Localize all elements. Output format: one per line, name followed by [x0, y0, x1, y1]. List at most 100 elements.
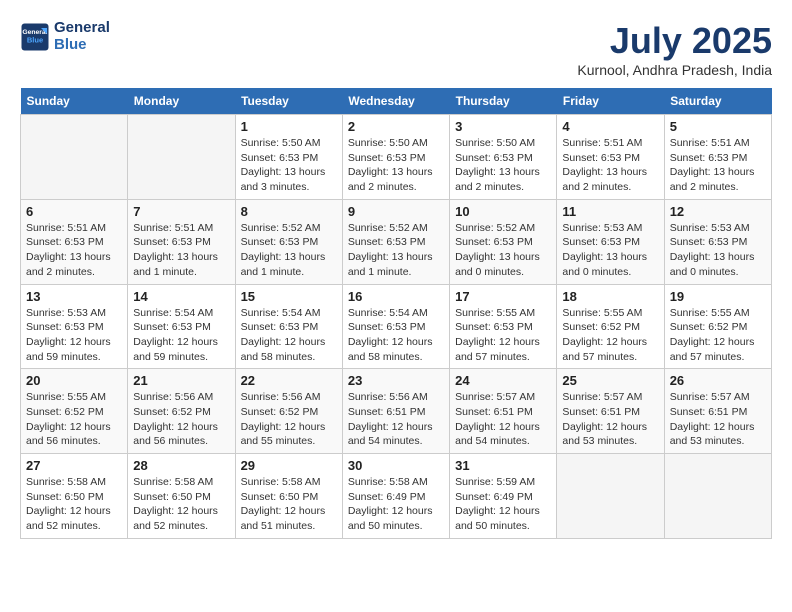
calendar-cell: 24 Sunrise: 5:57 AMSunset: 6:51 PMDayligh… [450, 369, 557, 454]
day-number: 30 [348, 458, 444, 473]
calendar-cell: 25 Sunrise: 5:57 AMSunset: 6:51 PMDayligh… [557, 369, 664, 454]
day-number: 19 [670, 289, 766, 304]
day-info: Sunrise: 5:53 AMSunset: 6:53 PMDaylight:… [670, 221, 766, 280]
day-number: 13 [26, 289, 122, 304]
calendar-week-3: 13 Sunrise: 5:53 AMSunset: 6:53 PMDayligh… [21, 284, 772, 369]
calendar-week-5: 27 Sunrise: 5:58 AMSunset: 6:50 PMDayligh… [21, 454, 772, 539]
logo: General Blue General Blue [20, 20, 110, 53]
day-info: Sunrise: 5:56 AMSunset: 6:51 PMDaylight:… [348, 390, 444, 449]
day-info: Sunrise: 5:53 AMSunset: 6:53 PMDaylight:… [26, 306, 122, 365]
day-number: 5 [670, 119, 766, 134]
calendar-cell: 11 Sunrise: 5:53 AMSunset: 6:53 PMDayligh… [557, 199, 664, 284]
day-number: 27 [26, 458, 122, 473]
calendar-cell: 12Sunrise: 5:53 AMSunset: 6:53 PMDayligh… [664, 199, 771, 284]
calendar-cell: 16 Sunrise: 5:54 AMSunset: 6:53 PMDayligh… [342, 284, 449, 369]
calendar-cell: 14Sunrise: 5:54 AMSunset: 6:53 PMDayligh… [128, 284, 235, 369]
title-block: July 2025 Kurnool, Andhra Pradesh, India [577, 20, 772, 78]
day-info: Sunrise: 5:55 AMSunset: 6:52 PMDaylight:… [26, 390, 122, 449]
day-info: Sunrise: 5:52 AMSunset: 6:53 PMDaylight:… [241, 221, 337, 280]
calendar-cell: 19 Sunrise: 5:55 AMSunset: 6:52 PMDayligh… [664, 284, 771, 369]
day-number: 24 [455, 373, 551, 388]
day-header-wednesday: Wednesday [342, 88, 449, 115]
day-info: Sunrise: 5:50 AMSunset: 6:53 PMDaylight:… [455, 136, 551, 195]
day-info: Sunrise: 5:57 AMSunset: 6:51 PMDaylight:… [455, 390, 551, 449]
day-info: Sunrise: 5:58 AMSunset: 6:50 PMDaylight:… [133, 475, 229, 534]
calendar-week-2: 6 Sunrise: 5:51 AMSunset: 6:53 PMDaylight… [21, 199, 772, 284]
calendar-cell: 31 Sunrise: 5:59 AMSunset: 6:49 PMDayligh… [450, 454, 557, 539]
calendar-cell: 23 Sunrise: 5:56 AMSunset: 6:51 PMDayligh… [342, 369, 449, 454]
calendar-cell: 22 Sunrise: 5:56 AMSunset: 6:52 PMDayligh… [235, 369, 342, 454]
day-info: Sunrise: 5:54 AMSunset: 6:53 PMDaylight:… [133, 306, 229, 365]
day-info: Sunrise: 5:59 AMSunset: 6:49 PMDaylight:… [455, 475, 551, 534]
calendar-cell [21, 115, 128, 200]
calendar-cell: 21 Sunrise: 5:56 AMSunset: 6:52 PMDayligh… [128, 369, 235, 454]
calendar-table: SundayMondayTuesdayWednesdayThursdayFrid… [20, 88, 772, 539]
calendar-cell: 9Sunrise: 5:52 AMSunset: 6:53 PMDaylight… [342, 199, 449, 284]
day-number: 16 [348, 289, 444, 304]
calendar-cell: 7Sunrise: 5:51 AMSunset: 6:53 PMDaylight… [128, 199, 235, 284]
calendar-cell: 26 Sunrise: 5:57 AMSunset: 6:51 PMDayligh… [664, 369, 771, 454]
day-number: 4 [562, 119, 658, 134]
day-number: 20 [26, 373, 122, 388]
day-info: Sunrise: 5:53 AMSunset: 6:53 PMDaylight:… [562, 221, 658, 280]
day-info: Sunrise: 5:57 AMSunset: 6:51 PMDaylight:… [562, 390, 658, 449]
day-number: 29 [241, 458, 337, 473]
calendar-cell [557, 454, 664, 539]
calendar-cell: 3 Sunrise: 5:50 AMSunset: 6:53 PMDaylight… [450, 115, 557, 200]
day-number: 3 [455, 119, 551, 134]
day-header-row: SundayMondayTuesdayWednesdayThursdayFrid… [21, 88, 772, 115]
day-number: 23 [348, 373, 444, 388]
day-number: 1 [241, 119, 337, 134]
calendar-cell: 30 Sunrise: 5:58 AMSunset: 6:49 PMDayligh… [342, 454, 449, 539]
page-header: General Blue General Blue July 2025 Kurn… [20, 20, 772, 78]
day-info: Sunrise: 5:50 AMSunset: 6:53 PMDaylight:… [241, 136, 337, 195]
day-info: Sunrise: 5:54 AMSunset: 6:53 PMDaylight:… [348, 306, 444, 365]
day-info: Sunrise: 5:55 AMSunset: 6:53 PMDaylight:… [455, 306, 551, 365]
day-header-saturday: Saturday [664, 88, 771, 115]
day-info: Sunrise: 5:55 AMSunset: 6:52 PMDaylight:… [670, 306, 766, 365]
calendar-cell: 1 Sunrise: 5:50 AMSunset: 6:53 PMDaylight… [235, 115, 342, 200]
calendar-cell [128, 115, 235, 200]
day-number: 10 [455, 204, 551, 219]
day-number: 6 [26, 204, 122, 219]
calendar-cell: 8 Sunrise: 5:52 AMSunset: 6:53 PMDaylight… [235, 199, 342, 284]
day-info: Sunrise: 5:55 AMSunset: 6:52 PMDaylight:… [562, 306, 658, 365]
day-header-thursday: Thursday [450, 88, 557, 115]
day-number: 21 [133, 373, 229, 388]
day-number: 2 [348, 119, 444, 134]
day-number: 15 [241, 289, 337, 304]
calendar-cell: 10 Sunrise: 5:52 AMSunset: 6:53 PMDayligh… [450, 199, 557, 284]
calendar-cell: 18 Sunrise: 5:55 AMSunset: 6:52 PMDayligh… [557, 284, 664, 369]
day-number: 31 [455, 458, 551, 473]
day-number: 9 [348, 204, 444, 219]
day-header-monday: Monday [128, 88, 235, 115]
calendar-cell: 5Sunrise: 5:51 AMSunset: 6:53 PMDaylight… [664, 115, 771, 200]
day-number: 18 [562, 289, 658, 304]
day-number: 26 [670, 373, 766, 388]
calendar-cell: 13 Sunrise: 5:53 AMSunset: 6:53 PMDayligh… [21, 284, 128, 369]
day-info: Sunrise: 5:54 AMSunset: 6:53 PMDaylight:… [241, 306, 337, 365]
day-number: 11 [562, 204, 658, 219]
day-info: Sunrise: 5:51 AMSunset: 6:53 PMDaylight:… [562, 136, 658, 195]
day-info: Sunrise: 5:58 AMSunset: 6:50 PMDaylight:… [26, 475, 122, 534]
day-number: 17 [455, 289, 551, 304]
day-info: Sunrise: 5:52 AMSunset: 6:53 PMDaylight:… [455, 221, 551, 280]
logo-icon: General Blue [20, 22, 50, 52]
day-number: 7 [133, 204, 229, 219]
logo-text-blue: Blue [54, 37, 110, 54]
day-info: Sunrise: 5:56 AMSunset: 6:52 PMDaylight:… [133, 390, 229, 449]
day-info: Sunrise: 5:51 AMSunset: 6:53 PMDaylight:… [26, 221, 122, 280]
day-number: 25 [562, 373, 658, 388]
day-info: Sunrise: 5:58 AMSunset: 6:50 PMDaylight:… [241, 475, 337, 534]
calendar-cell: 29 Sunrise: 5:58 AMSunset: 6:50 PMDayligh… [235, 454, 342, 539]
month-year-title: July 2025 [577, 20, 772, 62]
day-info: Sunrise: 5:56 AMSunset: 6:52 PMDaylight:… [241, 390, 337, 449]
svg-text:Blue: Blue [27, 35, 43, 44]
calendar-cell: 6 Sunrise: 5:51 AMSunset: 6:53 PMDaylight… [21, 199, 128, 284]
day-number: 8 [241, 204, 337, 219]
day-info: Sunrise: 5:57 AMSunset: 6:51 PMDaylight:… [670, 390, 766, 449]
day-info: Sunrise: 5:58 AMSunset: 6:49 PMDaylight:… [348, 475, 444, 534]
day-number: 22 [241, 373, 337, 388]
day-number: 28 [133, 458, 229, 473]
location-subtitle: Kurnool, Andhra Pradesh, India [577, 62, 772, 78]
